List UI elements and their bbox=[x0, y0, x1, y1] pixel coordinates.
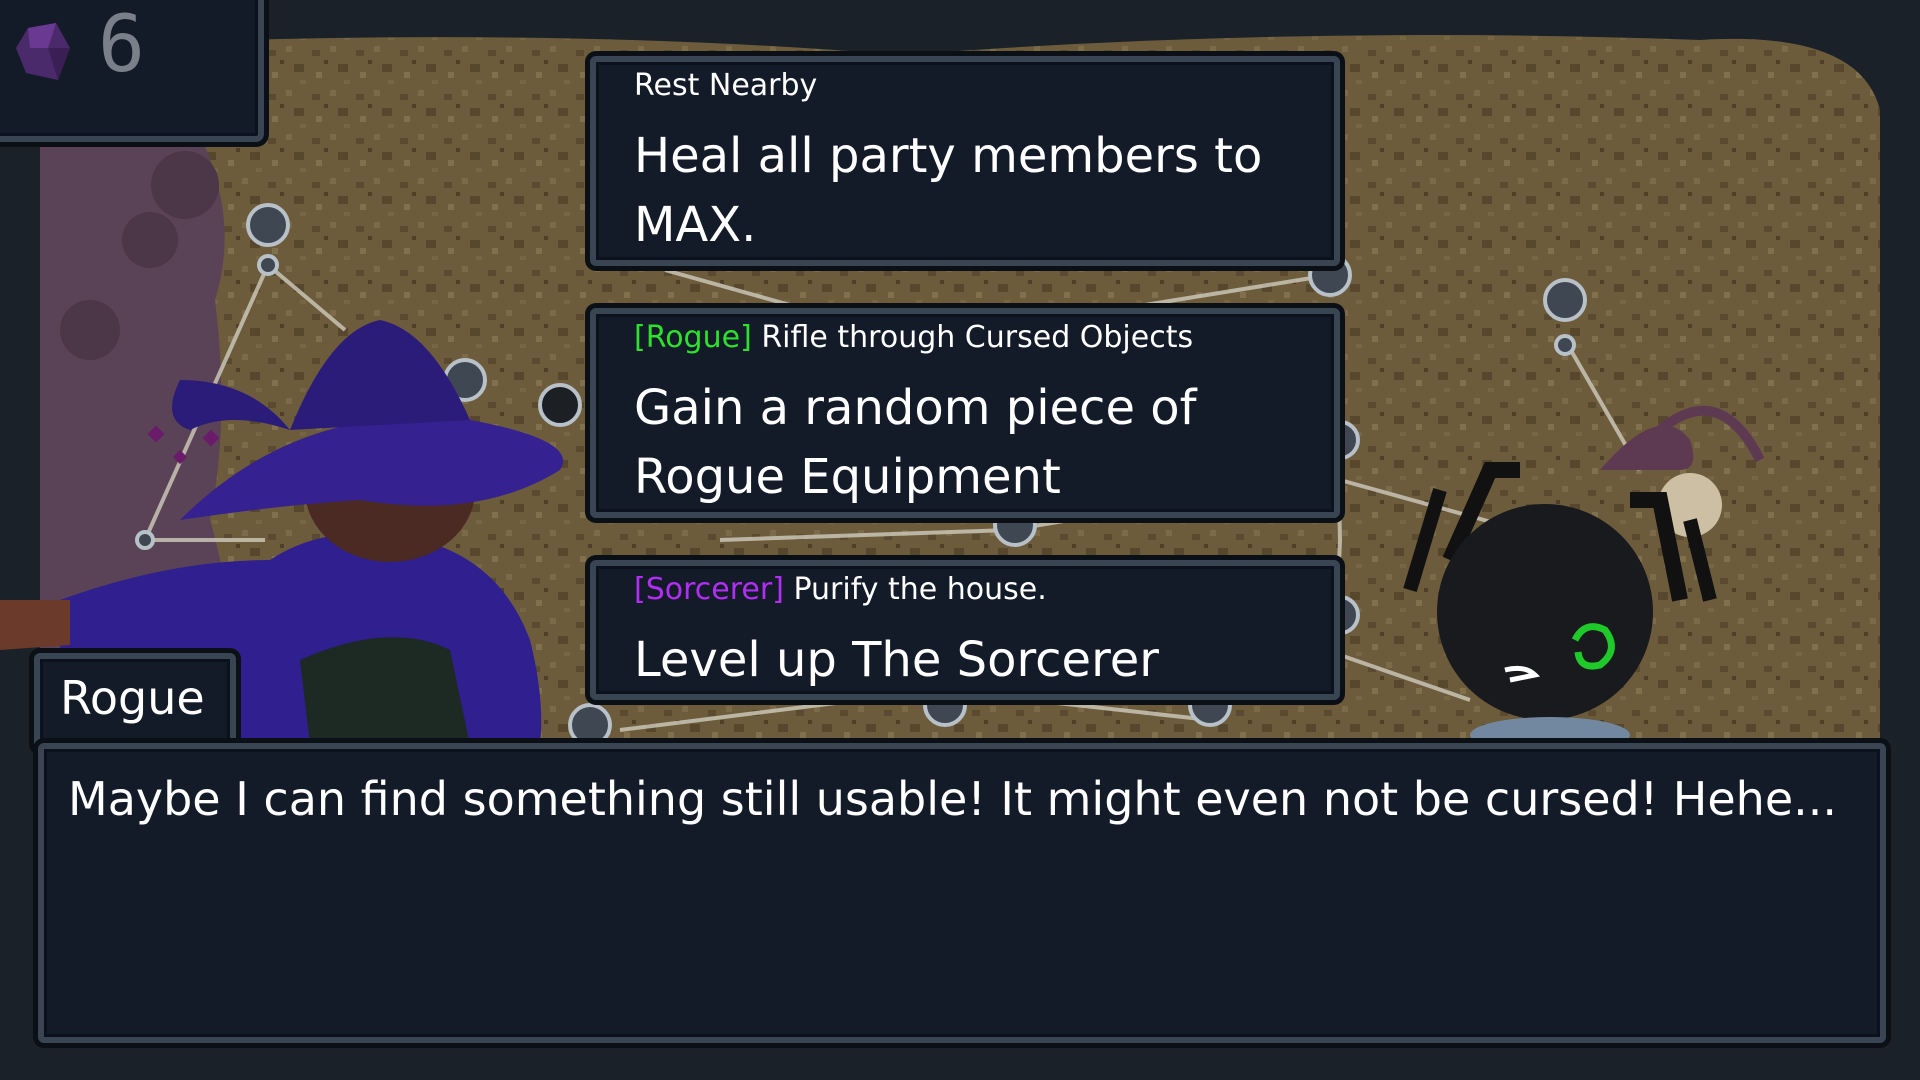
choice-header: [Sorcerer] Purify the house. bbox=[634, 572, 1047, 607]
speaker-name-box: Rogue bbox=[34, 653, 236, 750]
map-node[interactable] bbox=[568, 703, 612, 747]
choice-rest-nearby[interactable]: Rest Nearby Heal all party members to MA… bbox=[590, 56, 1340, 266]
speaker-name: Rogue bbox=[60, 671, 205, 725]
choice-header: [Rogue] Rifle through Cursed Objects bbox=[634, 320, 1193, 355]
choice-class-tag: [Rogue] bbox=[634, 320, 752, 355]
choice-class-tag: [Sorcerer] bbox=[634, 572, 784, 607]
purple-crystal-icon bbox=[8, 18, 78, 88]
choice-effect: Level up The Sorcerer bbox=[634, 632, 1160, 688]
map-node[interactable] bbox=[1543, 278, 1587, 322]
choice-header: Rest Nearby bbox=[634, 68, 817, 103]
choice-title: Rest Nearby bbox=[634, 68, 818, 103]
dialog-box[interactable]: Maybe I can find something still usable!… bbox=[38, 743, 1886, 1043]
choice-effect: Heal all party members to MAX. bbox=[634, 128, 1263, 253]
map-node[interactable] bbox=[1554, 334, 1576, 356]
map-node[interactable] bbox=[538, 383, 582, 427]
choice-title: Purify the house. bbox=[793, 572, 1047, 607]
map-node[interactable] bbox=[135, 530, 155, 550]
map-node[interactable] bbox=[246, 203, 290, 247]
choice-rifle-cursed-objects[interactable]: [Rogue] Rifle through Cursed Objects Gai… bbox=[590, 308, 1340, 518]
choice-effect: Gain a random piece of Rogue Equipment bbox=[634, 380, 1197, 505]
crystal-counter: 6 bbox=[0, 0, 264, 142]
dialog-text: Maybe I can find something still usable!… bbox=[68, 772, 1838, 826]
map-node[interactable] bbox=[257, 254, 279, 276]
choice-title: Rifle through Cursed Objects bbox=[761, 320, 1194, 355]
crystal-count: 6 bbox=[98, 0, 145, 90]
choice-purify-house[interactable]: [Sorcerer] Purify the house. Level up Th… bbox=[590, 560, 1340, 700]
